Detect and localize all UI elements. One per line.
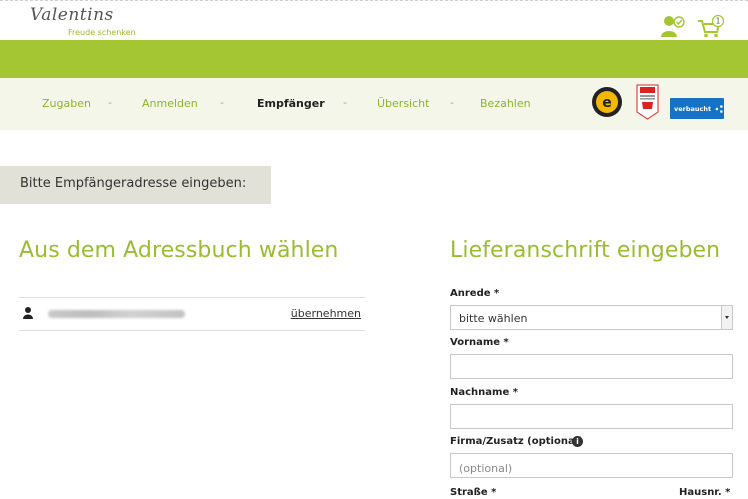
trusted-shops-badge[interactable]: e (591, 86, 623, 118)
firstname-label: Vorname * (450, 337, 509, 348)
blurred-address-name (48, 310, 185, 318)
step-uebersicht: Übersicht (377, 97, 430, 110)
company-input[interactable] (450, 453, 733, 478)
salutation-label: Anrede * (450, 288, 500, 299)
cart-icon: 1 (698, 14, 725, 38)
valentins-logo[interactable]: Valentins Freude schenken (30, 5, 150, 39)
checkout-page: Valentins Freude schenken 1 Zugaben - An… (0, 0, 748, 499)
share-icon (715, 104, 723, 113)
step-separator: - (220, 96, 224, 109)
verbaucht-badge[interactable]: verbaucht (670, 98, 724, 119)
cart-count: 1 (716, 17, 721, 26)
top-header: Valentins Freude schenken 1 (0, 0, 748, 42)
address-book-heading: Aus dem Adressbuch wählen (19, 238, 339, 263)
verbaucht-badge-label: verbaucht (674, 104, 712, 113)
step-separator: - (343, 96, 347, 109)
salutation-value: bitte wählen (459, 312, 528, 325)
account-check-icon[interactable] (660, 15, 686, 39)
chevron-down-icon (721, 306, 732, 329)
street-label: Straße * (450, 487, 497, 498)
salutation-select[interactable]: bitte wählen (450, 305, 733, 330)
adopt-address-link[interactable]: übernehmen (291, 307, 361, 320)
cart-button[interactable]: 1 (697, 14, 725, 39)
lastname-label: Nachname * (450, 387, 518, 398)
person-icon (23, 307, 33, 319)
top-shop-badge[interactable] (636, 84, 659, 120)
firstname-input[interactable] (450, 354, 733, 379)
step-empfaenger: Empfänger (257, 97, 325, 110)
svg-text:e: e (602, 95, 612, 111)
logo-tagline: Freude schenken (68, 28, 136, 37)
housenr-label: Hausnr. * (679, 487, 731, 498)
company-label: Firma/Zusatz (optional) (450, 436, 583, 447)
recipient-prompt: Bitte Empfängeradresse eingeben: (0, 166, 271, 204)
step-separator: - (450, 96, 454, 109)
address-book-entry: übernehmen (19, 297, 365, 331)
delivery-address-heading: Lieferanschrift eingeben (450, 238, 721, 263)
step-bezahlen: Bezahlen (480, 97, 531, 110)
brand-bar (0, 40, 748, 78)
step-zugaben[interactable]: Zugaben (42, 97, 91, 110)
lastname-input[interactable] (450, 404, 733, 429)
step-separator: - (108, 96, 112, 109)
logo-wordmark: Valentins (30, 5, 114, 25)
step-anmelden[interactable]: Anmelden (142, 97, 198, 110)
info-icon[interactable]: i (572, 436, 583, 447)
